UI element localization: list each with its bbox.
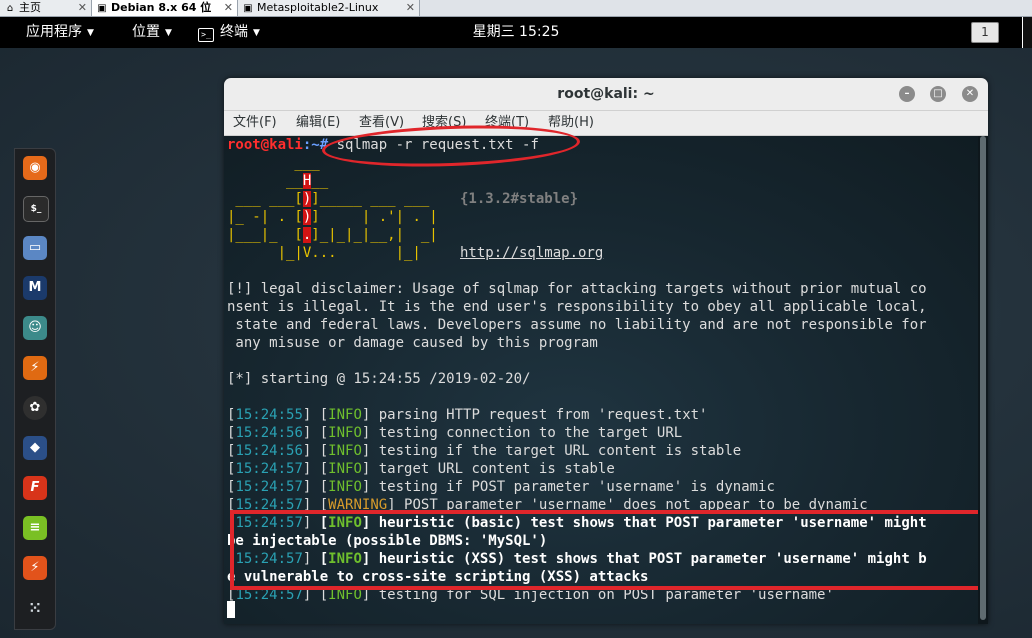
log-line: [15:24:57] [INFO] testing if POST parame… — [227, 479, 775, 495]
text-cursor — [227, 601, 235, 618]
vm-tab-strip: ⌂ 主页 ✕ ▣ Debian 8.x 64 位 ✕ ▣ Metasploitable… — [0, 0, 1032, 17]
tab-metasploitable[interactable]: ▣ Metasploitable2-Linux ✕ — [238, 0, 420, 16]
terminal-window: root@kali: ~ – □ ✕ 文件(F) 编辑(E) 查看(V) 搜索(… — [224, 78, 988, 624]
caret-down-icon: ▼ — [165, 28, 172, 38]
cutycapt-icon[interactable]: ⚡ — [23, 556, 47, 580]
terminal-app-menu[interactable]: >_ 终端 ▼ — [198, 17, 260, 49]
tab-debian[interactable]: ▣ Debian 8.x 64 位 ✕ — [92, 0, 238, 16]
workspace-indicator[interactable]: 1 — [971, 22, 999, 43]
terminal-menubar: 文件(F) 编辑(E) 查看(V) 搜索(S) 终端(T) 帮助(H) — [224, 111, 988, 136]
firefox-icon[interactable]: ◉ — [23, 156, 47, 180]
tab-home[interactable]: ⌂ 主页 ✕ — [0, 0, 92, 16]
log-line: [15:24:56] [INFO] testing connection to … — [227, 425, 683, 441]
dock: ◉ $_ ▭ M ☺ ⚡ ✿ ◆ F ≡ ⚡ ⁙ — [14, 148, 56, 630]
disclaimer-line: [!] legal disclaimer: Usage of sqlmap fo… — [227, 281, 927, 297]
faraday-icon[interactable]: F — [23, 476, 47, 500]
leafpad-icon[interactable]: ≡ — [23, 516, 47, 540]
maximize-icon[interactable]: □ — [930, 86, 946, 102]
log-line: [15:24:57] [INFO] target URL content is … — [227, 461, 615, 477]
maltego-icon[interactable]: ✿ — [23, 396, 47, 420]
close-icon[interactable]: ✕ — [962, 86, 978, 102]
menu-edit[interactable]: 编辑(E) — [296, 111, 340, 135]
terminal-icon: >_ — [198, 28, 214, 42]
minimize-icon[interactable]: – — [899, 86, 915, 102]
applications-label: 应用程序 — [26, 24, 82, 40]
home-icon: ⌂ — [6, 3, 14, 14]
clock-label[interactable]: 星期三 15:25 — [473, 24, 560, 40]
window-title: root@kali: ~ — [557, 86, 655, 102]
prompt-user: root@kali — [227, 137, 303, 153]
starting-line: [*] starting @ 15:24:55 /2019-02-20/ — [227, 371, 531, 387]
sqlmap-url[interactable]: http://sqlmap.org — [460, 244, 603, 262]
terminal-scrollbar[interactable] — [978, 136, 988, 624]
sqlmap-logo: ___ __H__ ___ ___[)]_____ ___ ___ |_ -| … — [227, 155, 438, 261]
vm-icon: ▣ — [97, 3, 107, 14]
disclaimer-line: any misuse or damage caused by this prog… — [227, 335, 598, 351]
scrollbar-thumb[interactable] — [980, 136, 986, 620]
applications-menu[interactable]: 应用程序 ▼ — [26, 17, 94, 49]
heuristic-highlight-box — [230, 510, 986, 590]
disclaimer-line: nsent is illegal. It is the end user's r… — [227, 299, 927, 315]
disclaimer-line: state and federal laws. Developers assum… — [227, 317, 927, 333]
caret-down-icon: ▼ — [87, 28, 94, 38]
terminal-app-label: 终端 — [220, 24, 248, 40]
metasploit-icon[interactable]: M — [23, 276, 47, 300]
tab-label: Debian 8.x 64 位 — [111, 1, 212, 14]
places-label: 位置 — [132, 24, 160, 40]
version-label: {1.3.2#stable} — [460, 191, 579, 207]
log-line: [15:24:55] [INFO] parsing HTTP request f… — [227, 407, 708, 423]
close-icon[interactable]: ✕ — [224, 0, 233, 15]
url-text: http://sqlmap.org — [460, 245, 604, 261]
show-apps-icon[interactable]: ⁙ — [23, 596, 47, 620]
beef-icon[interactable]: ◆ — [23, 436, 47, 460]
places-menu[interactable]: 位置 ▼ — [132, 17, 172, 49]
tab-label: Metasploitable2-Linux — [257, 1, 379, 14]
top-bar: 应用程序 ▼ 位置 ▼ >_ 终端 ▼ 星期三 15:25 1 — [0, 17, 1032, 48]
caret-down-icon: ▼ — [253, 28, 260, 38]
system-menu[interactable] — [1022, 17, 1032, 48]
terminal-icon[interactable]: $_ — [23, 196, 49, 222]
close-icon[interactable]: ✕ — [406, 0, 415, 15]
vm-icon: ▣ — [243, 3, 253, 14]
menu-file[interactable]: 文件(F) — [233, 111, 277, 135]
log-line: [15:24:56] [INFO] testing if the target … — [227, 443, 742, 459]
close-icon[interactable]: ✕ — [78, 0, 87, 15]
tab-label: 主页 — [19, 1, 41, 14]
burpsuite-icon[interactable]: ⚡ — [23, 356, 47, 380]
window-titlebar[interactable]: root@kali: ~ – □ ✕ — [224, 78, 988, 111]
terminal-output[interactable]: root@kali:~# sqlmap -r request.txt -f __… — [224, 121, 988, 624]
files-icon[interactable]: ▭ — [23, 236, 47, 260]
armitage-icon[interactable]: ☺ — [23, 316, 47, 340]
